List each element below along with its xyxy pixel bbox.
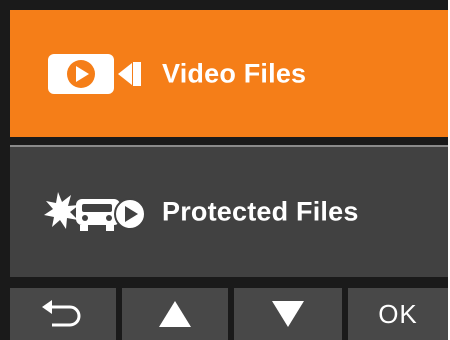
dashcam-menu-screen: Video Files Protected Files OK [0,0,448,340]
video-files-label: Video Files [162,58,307,88]
back-arrow-icon [42,300,81,327]
up-triangle-icon [159,301,191,327]
menu-item-protected-files[interactable]: Protected Files [10,145,448,277]
ok-button[interactable]: OK [348,288,448,340]
protected-collision-video-icon [44,192,146,231]
video-camera-icon [48,53,141,94]
up-button[interactable] [122,288,228,340]
back-button[interactable] [10,288,116,340]
down-triangle-icon [272,301,304,327]
bottom-control-bar: OK [0,284,448,340]
down-button[interactable] [234,288,342,340]
menu-item-video-files[interactable]: Video Files [10,10,448,137]
ok-label: OK [378,298,418,329]
protected-files-label: Protected Files [162,196,359,227]
